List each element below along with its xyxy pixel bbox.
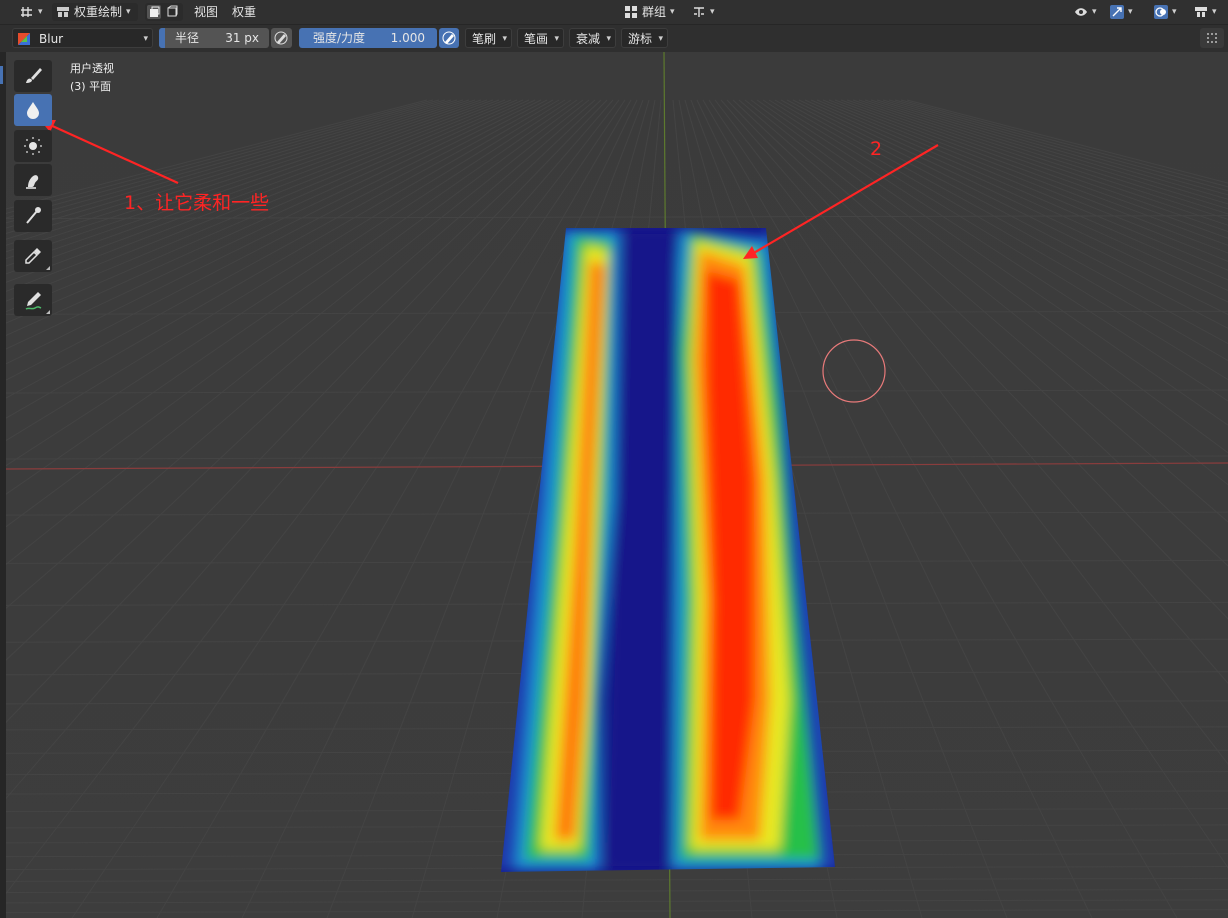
annotate-pencil-icon xyxy=(25,292,42,310)
brush-selector[interactable]: Blur ▾ xyxy=(12,28,153,48)
vertex-group-selector[interactable]: 群组 ▾ xyxy=(620,3,679,21)
weight-paint-mode-icon xyxy=(57,7,69,17)
chevron-down-icon: ▾ xyxy=(670,7,675,17)
tool-blur[interactable] xyxy=(14,94,52,126)
chevron-down-icon: ▾ xyxy=(606,34,611,44)
radius-label: 半径 xyxy=(175,31,200,45)
stroke-dropdown-label: 笔画 xyxy=(524,32,549,46)
view-name-label: 用户透视 xyxy=(70,62,114,75)
blur-drop-icon xyxy=(27,102,39,119)
brush-color-icon xyxy=(18,33,30,45)
gizmo-selector[interactable]: ▾ xyxy=(1106,3,1137,21)
viewport-header: ▾ 权重绘制 ▾ 视图 权重 群组 ▾ ▾ ▾ ▾ ▾ ▾ xyxy=(0,0,1228,25)
chevron-down-icon: ▾ xyxy=(1092,7,1097,17)
average-icon xyxy=(24,137,42,155)
falloff-dropdown[interactable]: 衰减 ▾ xyxy=(569,28,616,48)
visibility-selector[interactable]: ▾ xyxy=(1070,3,1101,21)
gradient-icon xyxy=(26,207,41,224)
mask-toggle-group[interactable] xyxy=(145,3,183,21)
chevron-down-icon: ▾ xyxy=(554,34,559,44)
chevron-down-icon: ▾ xyxy=(710,7,715,17)
annotation-note-1: 1、让它柔和一些 xyxy=(124,192,270,214)
strength-slider[interactable]: 强度/力度 1.000 xyxy=(299,28,437,48)
tool-variants-indicator xyxy=(46,310,50,314)
mode-label: 权重绘制 xyxy=(74,5,123,19)
group-grid-icon xyxy=(625,6,637,18)
chevron-down-icon: ▾ xyxy=(502,34,507,44)
editor-type-selector[interactable]: ▾ xyxy=(16,3,47,21)
menu-view[interactable]: 视图 xyxy=(190,3,222,21)
chevron-down-icon: ▾ xyxy=(1172,7,1177,17)
strength-pressure-toggle[interactable] xyxy=(439,28,459,48)
xray-icon xyxy=(1195,7,1207,17)
cursor-dropdown-label: 游标 xyxy=(628,32,653,46)
tool-settings-options[interactable] xyxy=(1200,28,1224,48)
tool-sample-weight[interactable] xyxy=(14,240,52,272)
chevron-down-icon: ▾ xyxy=(658,34,663,44)
brush-dropdown[interactable]: 笔刷 ▾ xyxy=(465,28,512,48)
overlay-icon xyxy=(1154,5,1168,19)
pen-pressure-icon xyxy=(442,31,456,45)
overlay-selector[interactable]: ▾ xyxy=(1150,3,1181,21)
strength-label: 强度/力度 xyxy=(313,31,366,45)
brush-dropdown-label: 笔刷 xyxy=(472,32,497,46)
symmetry-icon xyxy=(694,7,704,17)
radius-slider[interactable]: 半径 31 px xyxy=(159,28,269,48)
3d-viewport[interactable]: 用户透视 (3) 平面 1、让它柔和一些 2 xyxy=(6,52,1228,918)
tool-variants-indicator xyxy=(46,266,50,270)
radius-slider-fill xyxy=(159,28,165,48)
smear-finger-icon xyxy=(26,175,39,189)
dots-grid-icon xyxy=(1207,33,1217,43)
mode-selector[interactable]: 权重绘制 ▾ xyxy=(52,3,138,21)
face-mask-icon[interactable] xyxy=(147,5,161,19)
menu-weights[interactable]: 权重 xyxy=(228,3,260,21)
tool-annotate[interactable] xyxy=(14,284,52,316)
tool-gradient[interactable] xyxy=(14,200,52,232)
brush-draw-icon xyxy=(26,68,42,83)
eyedropper-icon xyxy=(25,248,41,264)
viewport-canvas xyxy=(6,52,1228,918)
falloff-dropdown-label: 衰减 xyxy=(576,32,601,46)
eye-icon xyxy=(1075,8,1087,16)
chevron-down-icon: ▾ xyxy=(143,34,148,44)
radius-pressure-toggle[interactable] xyxy=(271,28,292,48)
tool-settings-bar: Blur ▾ 半径 31 px 强度/力度 1.000 笔刷 ▾ 笔画 ▾ 衰减… xyxy=(0,25,1228,52)
gizmo-icon xyxy=(1110,5,1124,19)
symmetry-selector[interactable]: ▾ xyxy=(688,3,719,21)
cursor-dropdown[interactable]: 游标 ▾ xyxy=(621,28,668,48)
radius-value: 31 px xyxy=(225,31,259,45)
tool-smear[interactable] xyxy=(14,164,52,196)
vertex-mask-icon[interactable] xyxy=(165,5,179,19)
stroke-dropdown[interactable]: 笔画 ▾ xyxy=(517,28,564,48)
tool-average[interactable] xyxy=(14,130,52,162)
pen-pressure-icon xyxy=(274,31,288,45)
chevron-down-icon: ▾ xyxy=(1212,7,1217,17)
chevron-down-icon: ▾ xyxy=(38,7,43,17)
tool-draw[interactable] xyxy=(14,60,52,92)
chevron-down-icon: ▾ xyxy=(1128,7,1133,17)
annotation-note-2: 2 xyxy=(870,138,883,160)
strength-value: 1.000 xyxy=(390,31,425,45)
chevron-down-icon: ▾ xyxy=(126,7,131,17)
group-label: 群组 xyxy=(642,5,667,19)
xray-selector[interactable]: ▾ xyxy=(1190,3,1221,21)
grid-view-icon xyxy=(21,7,32,17)
region-indicator xyxy=(0,66,3,84)
object-name-label: (3) 平面 xyxy=(70,80,112,93)
brush-name: Blur xyxy=(39,32,64,46)
